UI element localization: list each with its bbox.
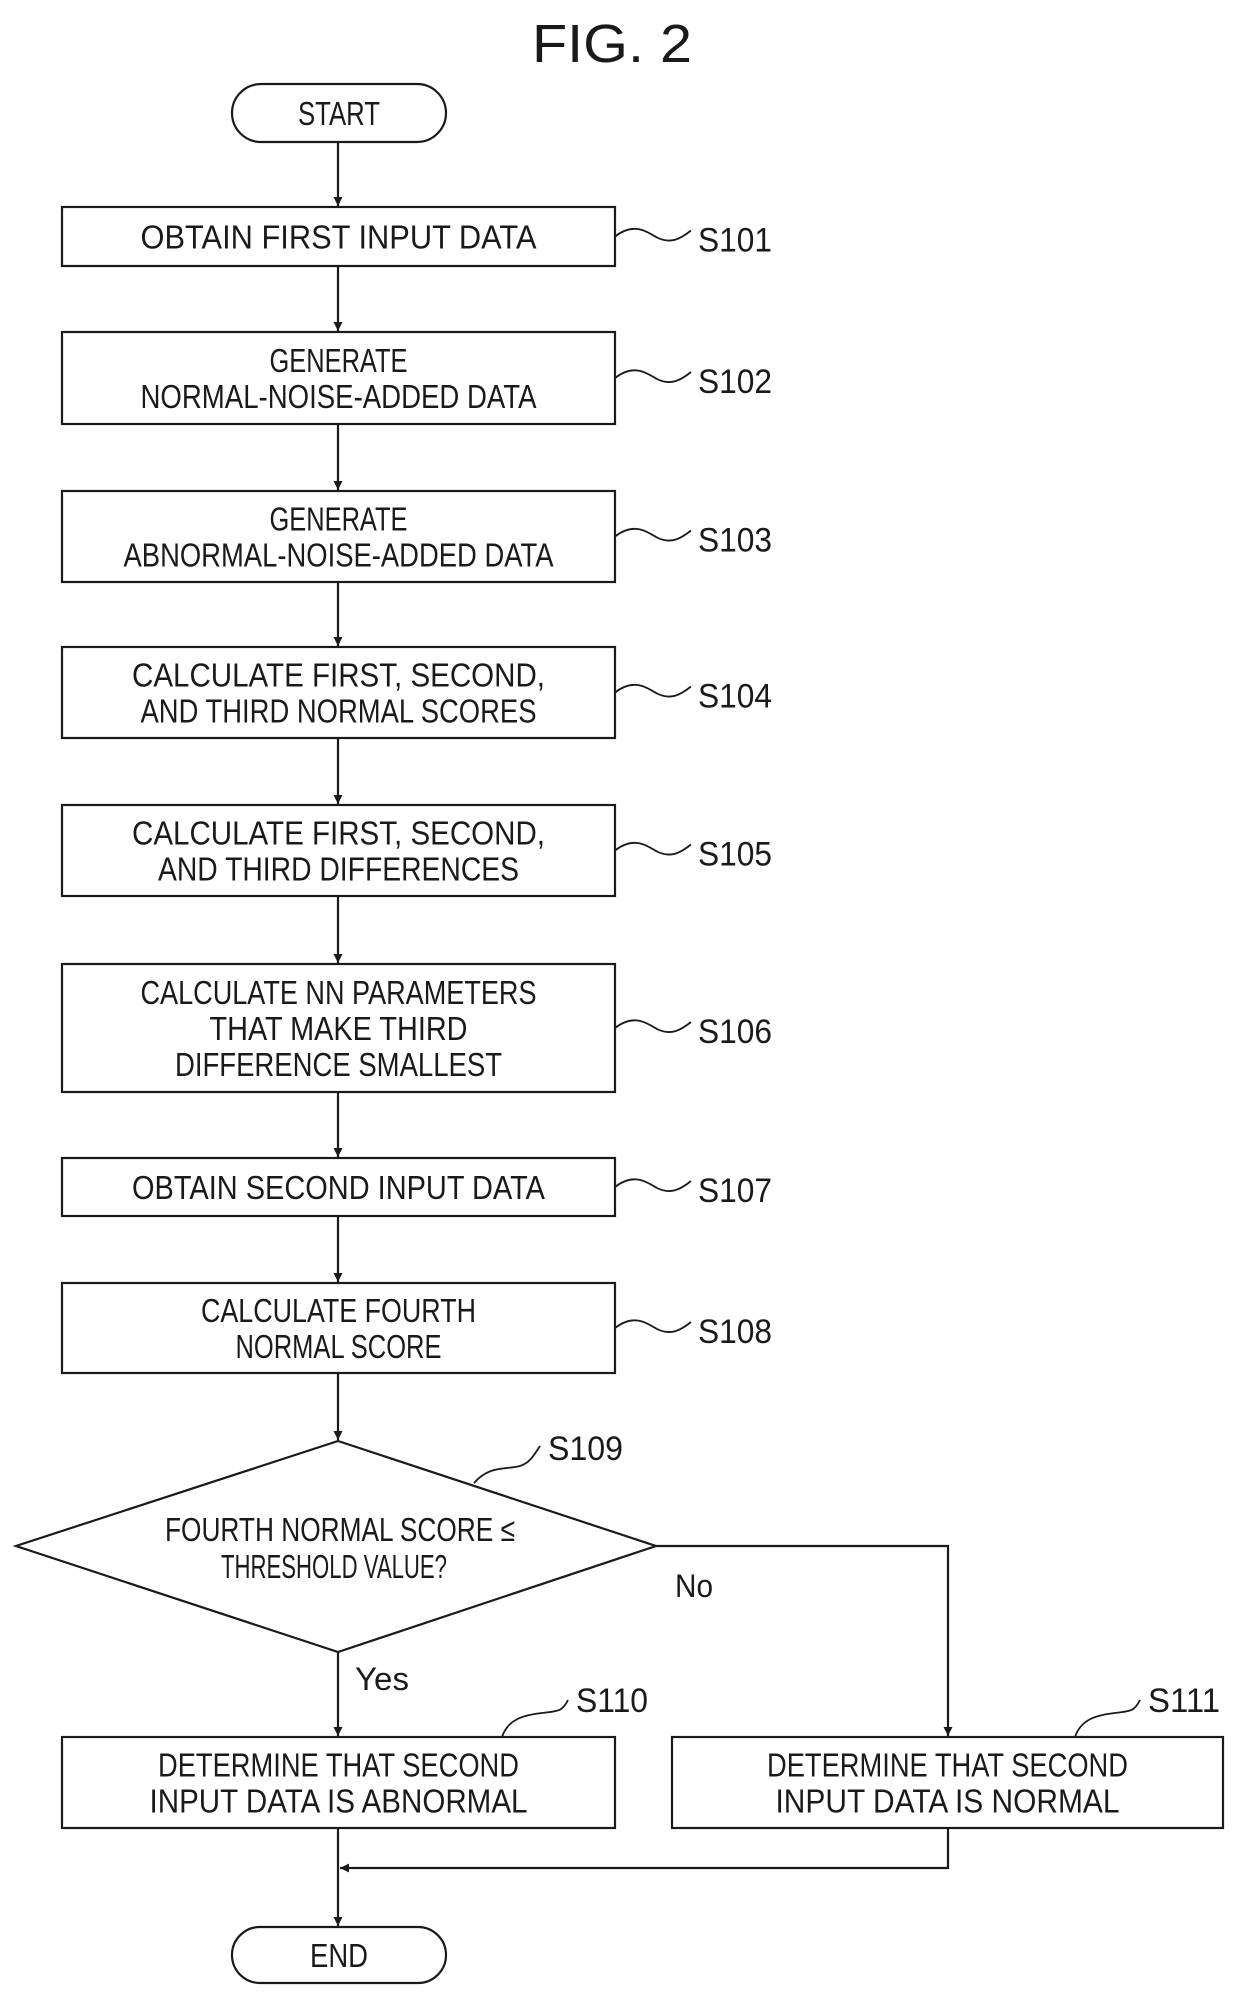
step-leader-s110 bbox=[501, 1699, 569, 1738]
step-s106-text-line-3: DIFFERENCE SMALLEST bbox=[175, 1046, 502, 1083]
step-label-s102: S102 bbox=[698, 363, 772, 401]
step-s104-text-line-2: AND THIRD NORMAL SCORES bbox=[141, 693, 537, 730]
step-s101-text-line-1: OBTAIN FIRST INPUT DATA bbox=[141, 219, 537, 256]
step-label-s103: S103 bbox=[698, 522, 772, 560]
start-terminator: START bbox=[230, 82, 448, 144]
end-label: END bbox=[310, 1937, 368, 1974]
step-leader-s101 bbox=[614, 227, 692, 242]
flowchart-figure: FIG. 2 START OBTAIN FIRST INPUT DATA S101… bbox=[12, 14, 1225, 1985]
yes-branch-label: Yes bbox=[355, 1661, 409, 1697]
no-branch-label: No bbox=[675, 1568, 713, 1604]
step-label-s104: S104 bbox=[698, 678, 772, 716]
step-s102-text-line-1: GENERATE bbox=[270, 342, 408, 379]
step-label-s108: S108 bbox=[698, 1313, 772, 1351]
outcome-step-s110: DETERMINE THAT SECONDINPUT DATA IS ABNOR… bbox=[60, 1682, 648, 1830]
step-label-s109: S109 bbox=[548, 1430, 623, 1468]
decision-s109: FOURTH NORMAL SCORE ≤ THRESHOLD VALUE? S… bbox=[12, 1430, 713, 1697]
process-step-s104: CALCULATE FIRST, SECOND,AND THIRD NORMAL… bbox=[60, 645, 772, 740]
process-step-s102: GENERATENORMAL-NOISE-ADDED DATA S102 bbox=[60, 330, 772, 426]
step-s105-text-line-1: CALCULATE FIRST, SECOND, bbox=[132, 815, 545, 852]
step-s108-text-line-2: NORMAL SCORE bbox=[236, 1328, 442, 1365]
step-label-s111: S111 bbox=[1148, 1682, 1220, 1720]
step-s108-text-line-1: CALCULATE FOURTH bbox=[201, 1292, 476, 1329]
step-leader-s108 bbox=[614, 1319, 692, 1333]
process-step-s108: CALCULATE FOURTHNORMAL SCORE S108 bbox=[60, 1281, 772, 1375]
step-leader-s107 bbox=[614, 1178, 692, 1192]
start-label: START bbox=[298, 95, 380, 132]
decision-line-1: FOURTH NORMAL SCORE ≤ bbox=[165, 1511, 515, 1548]
figure-title: FIG. 2 bbox=[532, 14, 692, 74]
process-step-s101: OBTAIN FIRST INPUT DATA S101 bbox=[60, 205, 772, 268]
step-s107-text-line-1: OBTAIN SECOND INPUT DATA bbox=[132, 1169, 545, 1206]
step-label-s107: S107 bbox=[698, 1172, 772, 1210]
step-leader-s106 bbox=[614, 1019, 692, 1033]
step-label-s101: S101 bbox=[698, 222, 772, 260]
process-step-s103: GENERATEABNORMAL-NOISE-ADDED DATA S103 bbox=[60, 489, 772, 584]
outcome-steps: DETERMINE THAT SECONDINPUT DATA IS ABNOR… bbox=[60, 1682, 1225, 1830]
step-s105-text-line-2: AND THIRD DIFFERENCES bbox=[158, 851, 519, 888]
step-leader-s111 bbox=[1074, 1699, 1141, 1738]
step-s110-text-line-1: DETERMINE THAT SECOND bbox=[158, 1747, 519, 1784]
step-s106-text-line-1: CALCULATE NN PARAMETERS bbox=[141, 974, 537, 1011]
step-leader-s105 bbox=[614, 841, 692, 856]
step-s111-text-line-2: INPUT DATA IS NORMAL bbox=[776, 1783, 1120, 1820]
process-step-s107: OBTAIN SECOND INPUT DATA S107 bbox=[60, 1156, 772, 1218]
step-label-s106: S106 bbox=[698, 1013, 772, 1051]
step-s102-text-line-2: NORMAL-NOISE-ADDED DATA bbox=[141, 378, 537, 415]
arrow-s111-merge bbox=[340, 1828, 950, 1873]
step-s104-text-line-1: CALCULATE FIRST, SECOND, bbox=[132, 657, 545, 694]
step-label-s110: S110 bbox=[576, 1682, 648, 1720]
process-step-s105: CALCULATE FIRST, SECOND,AND THIRD DIFFER… bbox=[60, 803, 772, 898]
s109-leader bbox=[473, 1445, 541, 1484]
step-s106-text-line-2: THAT MAKE THIRD bbox=[210, 1010, 468, 1047]
step-s103-text-line-1: GENERATE bbox=[270, 501, 408, 538]
step-s110-text-line-2: INPUT DATA IS ABNORMAL bbox=[150, 1783, 528, 1820]
process-steps: OBTAIN FIRST INPUT DATA S101GENERATENORMA… bbox=[60, 205, 772, 1375]
step-label-s105: S105 bbox=[698, 836, 772, 874]
decision-line-2: THRESHOLD VALUE? bbox=[221, 1548, 447, 1585]
step-s111-text-line-1: DETERMINE THAT SECOND bbox=[767, 1747, 1128, 1784]
process-step-s106: CALCULATE NN PARAMETERSTHAT MAKE THIRDDI… bbox=[60, 962, 772, 1094]
step-leader-s103 bbox=[614, 527, 692, 542]
step-s103-text-line-2: ABNORMAL-NOISE-ADDED DATA bbox=[124, 537, 554, 574]
step-leader-s104 bbox=[614, 683, 692, 698]
end-terminator: END bbox=[230, 1925, 448, 1985]
step-leader-s102 bbox=[614, 369, 692, 383]
